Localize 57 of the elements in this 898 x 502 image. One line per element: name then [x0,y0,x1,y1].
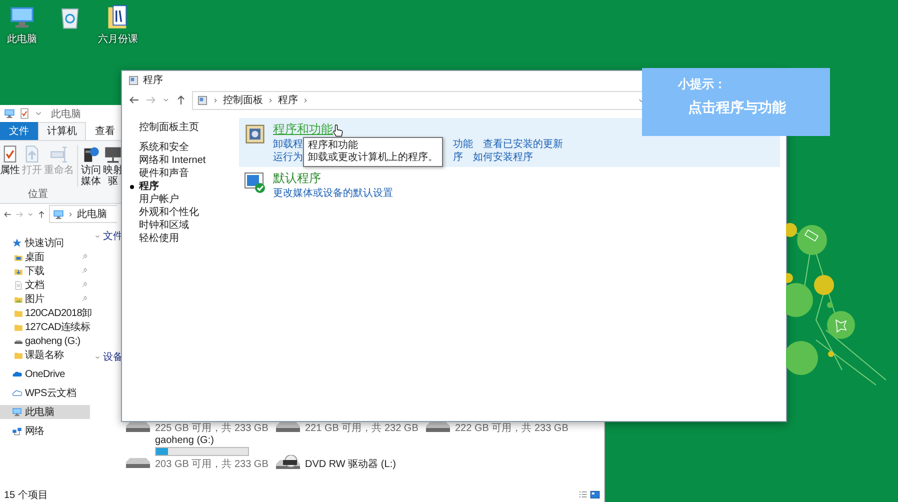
ribbon-group-label: 位置 [27,188,49,201]
nav-item[interactable]: 下载 [0,264,90,278]
ribbon-tab[interactable]: 计算机 [38,122,86,140]
nav-link[interactable]: 轻松使用 [129,232,179,245]
file-menu-tab[interactable]: 文件 [0,122,38,140]
nav-item[interactable]: 此电脑 [0,405,90,419]
tooltip-text: 卸载或更改计算机上的程序。 [308,152,438,164]
nav-item[interactable]: 图片 [0,292,90,306]
nav-item[interactable]: 快速访问 [0,236,90,250]
nav-link[interactable]: 外观和个性化 [129,206,199,219]
nav-item[interactable]: gaoheng (G:) [0,334,90,348]
nav-item[interactable]: OneDrive [0,367,90,381]
tooltip-title: 程序和功能 [308,140,359,152]
address-bar[interactable]: 此电脑 [49,205,117,223]
task-link[interactable]: 功能 [453,138,473,151]
breadcrumb-link[interactable]: 控制面板 [223,93,263,107]
nav-link[interactable]: 时钟和区域 [129,219,189,232]
nav-item[interactable]: 127CAD连续标 [0,320,90,334]
task-link[interactable]: 更改媒体或设备的默认设置 [273,187,393,200]
nav-link[interactable]: 网络和 Internet [129,154,206,167]
tip-title: 小提示： [678,76,727,93]
nav-link[interactable]: 程序 [129,180,159,193]
drive-free-space: 221 GB 可用，共 232 GB [305,422,418,435]
nav-item[interactable]: WPS云文档 [0,386,90,400]
nav-item[interactable]: 文档 [0,278,90,292]
ribbon-button[interactable]: 属性 [0,145,20,187]
task-link[interactable]: 查看已安装的更新 [483,138,563,151]
window-title: 此电脑 [51,108,81,120]
nav-item[interactable]: 课题名称 [0,348,90,362]
ribbon-button[interactable]: 访问媒体 [81,145,101,187]
nav-item[interactable]: 120CAD2018卸 [0,306,90,320]
nav-link[interactable]: 控制面板主页 [129,121,199,134]
nav-link[interactable]: 用户帐户 [129,193,179,206]
drive-free-space: 203 GB 可用，共 233 GB [155,458,268,471]
task-link[interactable]: 卸载程 [273,138,303,151]
drive-name: DVD RW 驱动器 (L:) [305,458,396,471]
nav-link[interactable]: 系统和安全 [129,141,189,154]
ribbon-button[interactable]: 映射驱 [103,145,123,187]
nav-link[interactable]: 硬件和声音 [129,167,189,180]
ribbon-tab[interactable]: 查看 [86,122,124,140]
task-link[interactable]: 序 [453,151,463,164]
section-header[interactable]: 设备 [103,350,123,364]
nav-item[interactable]: 桌面 [0,250,90,264]
task-link[interactable]: 如何安装程序 [473,151,533,164]
drive-free-space: 225 GB 可用，共 233 GB [155,422,268,435]
status-text: 15 个项目 [4,489,48,502]
drive-free-space: 222 GB 可用，共 233 GB [455,422,568,435]
desktop-icon-label[interactable]: 六月份课 [98,32,138,46]
drive-name: gaoheng (G:) [155,435,215,446]
task-link[interactable]: 运行为 [273,151,303,164]
window-title: 程序 [143,74,163,87]
tip-text: 点击程序与功能 [687,99,787,117]
category-title-link[interactable]: 默认程序 [273,170,393,187]
breadcrumb-link[interactable]: 程序 [278,93,298,107]
nav-item[interactable]: 网络 [0,424,90,438]
section-header[interactable]: 文件 [103,229,123,243]
desktop-icon-label[interactable]: 此电脑 [7,32,37,46]
